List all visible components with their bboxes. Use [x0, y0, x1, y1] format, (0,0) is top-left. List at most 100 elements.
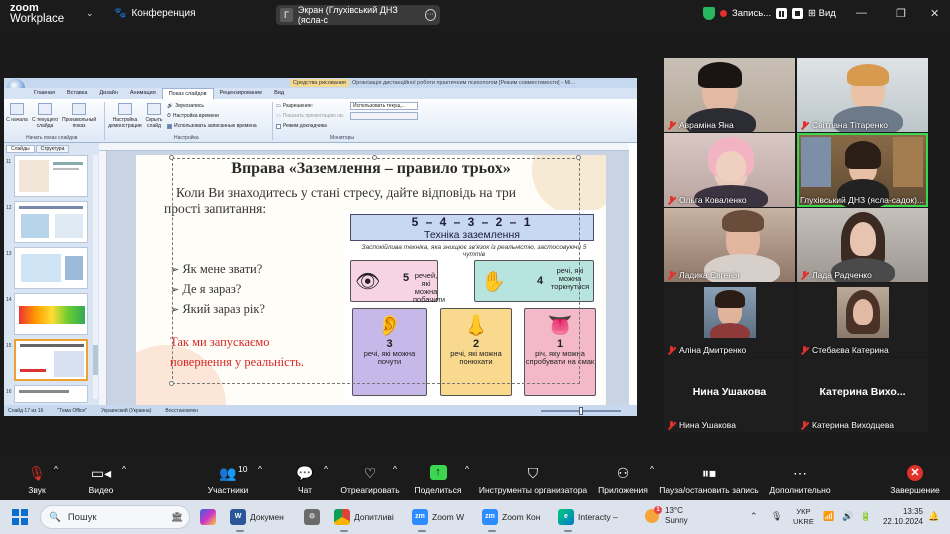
notifications-icon[interactable]: 🔔: [928, 511, 939, 522]
wifi-icon[interactable]: 📶: [823, 511, 834, 522]
ppt-setup-button[interactable]: Настройка демонстрации: [107, 103, 143, 129]
ppt-context-tab[interactable]: Средства рисования: [290, 79, 349, 87]
windows-start-icon[interactable]: [12, 509, 28, 525]
ppt-rehearse[interactable]: ⏱ Настройка времени: [167, 113, 219, 119]
weather-widget[interactable]: 1 13°C Sunny: [645, 506, 688, 526]
participant-tile[interactable]: Аліна Дмитренко: [664, 283, 795, 357]
host-tools-button[interactable]: ⛉ Инструменты организатора: [476, 464, 590, 495]
shield-icon: ⛉: [527, 465, 539, 481]
ppt-tab[interactable]: Главная: [28, 88, 61, 99]
ppt-resolution-select[interactable]: Использовать текущ...: [350, 102, 418, 110]
ppt-hide-slide-button[interactable]: Скрыть слайд: [143, 103, 165, 129]
ppt-show-on-select[interactable]: [350, 112, 418, 120]
sharer-avatar: Г: [280, 8, 293, 22]
slide-thumbnail[interactable]: [14, 247, 88, 289]
slide-panel-scrollbar[interactable]: [93, 155, 98, 399]
ppt-tab[interactable]: Анимация: [124, 88, 162, 99]
participant-tile[interactable]: Нина Ушакова Нина Ушакова: [664, 358, 795, 432]
ppt-status-bar: Слайд 17 из 16 "Тема Office" Украинский …: [4, 405, 637, 416]
participant-tile[interactable]: Катерина Вихо... Катерина Виходцева: [797, 358, 928, 432]
ppt-presenter-view[interactable]: Режим докладчика: [276, 123, 327, 129]
mic-off-icon: [667, 195, 676, 205]
volume-icon[interactable]: 🔊: [842, 511, 853, 522]
resize-handle[interactable]: [169, 381, 174, 386]
video-button[interactable]: ▭◂ Видео: [84, 464, 118, 495]
battery-icon[interactable]: 🔋: [860, 511, 871, 522]
tray-chevron-icon[interactable]: ⌃: [750, 511, 758, 522]
participant-tile[interactable]: Ольга Коваленко: [664, 133, 795, 207]
slide-thumbnail[interactable]: [14, 201, 88, 243]
ppt-from-start-button[interactable]: С начала: [6, 103, 28, 123]
encryption-shield-icon[interactable]: [703, 7, 715, 20]
zoom-slider[interactable]: [541, 406, 621, 415]
language-indicator[interactable]: УКР UKRE: [793, 507, 814, 527]
apps-options-chevron-icon[interactable]: ^: [650, 464, 654, 474]
ppt-use-timings[interactable]: Использовать записанные времена: [167, 123, 257, 129]
pause-recording-button[interactable]: [776, 8, 788, 19]
apps-button[interactable]: ⚇ Приложения: [596, 464, 650, 495]
ppt-tab[interactable]: Вставка: [61, 88, 93, 99]
slide-thumbnail[interactable]: [14, 293, 88, 335]
shared-screen-pill[interactable]: Г Экран (Глухівський ДНЗ (ясла-с ···: [276, 5, 440, 25]
participant-tile[interactable]: Авраміна Яна: [664, 58, 795, 132]
ppt-tab-active[interactable]: Показ слайдов: [161, 88, 214, 99]
ppt-tab[interactable]: Дизайн: [93, 88, 124, 99]
reactions-options-chevron-icon[interactable]: ^: [393, 464, 397, 474]
participant-tile[interactable]: Лада Радченко: [797, 208, 928, 282]
taskbar-app-word[interactable]: W Докумен: [230, 507, 284, 532]
taskbar-app-zoom-conference[interactable]: zm Zoom Кон: [482, 507, 540, 532]
zoom-title-bar: zoom Workplace ⌄ 🐾 Конференция Г Экран (…: [0, 0, 950, 30]
taskbar-app-zoom-workplace[interactable]: zm Zoom W: [412, 507, 464, 532]
resize-handle[interactable]: [576, 155, 581, 160]
chat-button[interactable]: 💬 Чат: [294, 464, 316, 495]
slide-thumbnail-selected[interactable]: [14, 339, 88, 381]
share-arrow-icon: ↑: [429, 465, 447, 480]
pause-stop-icon: ⏸⏹: [702, 465, 716, 481]
more-icon[interactable]: ···: [424, 9, 436, 21]
ppt-tab[interactable]: Рецензирование: [214, 88, 268, 99]
minimize-icon[interactable]: —: [856, 7, 867, 19]
participant-tile-active-speaker[interactable]: Глухівський ДНЗ (ясла-садок)...: [797, 133, 928, 207]
participant-tile[interactable]: Світлана Тітаренко: [797, 58, 928, 132]
participant-tile[interactable]: Ладика Євгенія: [664, 208, 795, 282]
ppt-from-current-button[interactable]: С текущего слайда: [30, 103, 60, 129]
end-meeting-button[interactable]: ✕ Завершение: [889, 464, 941, 495]
participants-options-chevron-icon[interactable]: ^: [258, 464, 262, 474]
taskbar-app-chrome[interactable]: Допитливі: [334, 507, 394, 532]
close-icon[interactable]: ✕: [930, 7, 939, 20]
stop-recording-button[interactable]: [792, 8, 804, 19]
zoom-window: zoom Workplace ⌄ 🐾 Конференция Г Экран (…: [0, 0, 950, 534]
view-menu[interactable]: ⊞ Вид: [808, 8, 836, 19]
clock[interactable]: 13:35 22.10.2024: [877, 507, 923, 527]
conference-button[interactable]: 🐾 Конференция: [114, 8, 196, 19]
taskbar-app-edge[interactable]: e Interacty –: [558, 507, 618, 532]
resize-handle[interactable]: [169, 155, 174, 160]
ppt-slides-tab[interactable]: Слайды: [6, 145, 35, 153]
ppt-ribbon-tabs: Главная Вставка Дизайн Анимация Показ сл…: [4, 88, 637, 99]
share-screen-button[interactable]: ↑ Поделиться: [412, 464, 464, 495]
slide[interactable]: Вправа «Заземлення – правило трьох» Коли…: [136, 155, 606, 405]
app-menu-chevron-icon[interactable]: ⌄: [86, 8, 94, 19]
more-button[interactable]: ⋯ Дополнительно: [768, 464, 832, 495]
video-options-chevron-icon[interactable]: ^: [122, 464, 126, 474]
copilot-icon[interactable]: [200, 507, 216, 527]
ppt-custom-show-button[interactable]: Произвольный показ: [62, 103, 96, 129]
chat-options-chevron-icon[interactable]: ^: [324, 464, 328, 474]
audio-options-chevron-icon[interactable]: ^: [54, 464, 58, 474]
camera-icon: ▭◂: [90, 465, 112, 481]
resize-handle[interactable]: [372, 155, 377, 160]
ppt-audio-record[interactable]: 🔊 Звукозапись: [167, 103, 204, 109]
slide-thumbnail[interactable]: [14, 155, 88, 197]
ppt-outline-tab[interactable]: Структура: [35, 145, 70, 153]
audio-button[interactable]: 🎙 Звук: [22, 464, 52, 495]
slide-thumbnail[interactable]: [14, 385, 88, 403]
restore-icon[interactable]: ❐: [896, 7, 906, 20]
share-options-chevron-icon[interactable]: ^: [465, 464, 469, 474]
microphone-icon[interactable]: 🎙: [771, 511, 782, 522]
ppt-tab[interactable]: Вид: [268, 88, 290, 99]
taskbar-app-media[interactable]: ⊙: [304, 507, 320, 527]
participant-tile[interactable]: Стебаєва Катерина: [797, 283, 928, 357]
pause-stop-recording-button[interactable]: ⏸⏹ Пауза/остановить запись: [658, 464, 760, 495]
taskbar-search-input[interactable]: 🔍 Пошук 🏛: [40, 505, 190, 529]
search-icon: 🔍: [49, 511, 61, 523]
